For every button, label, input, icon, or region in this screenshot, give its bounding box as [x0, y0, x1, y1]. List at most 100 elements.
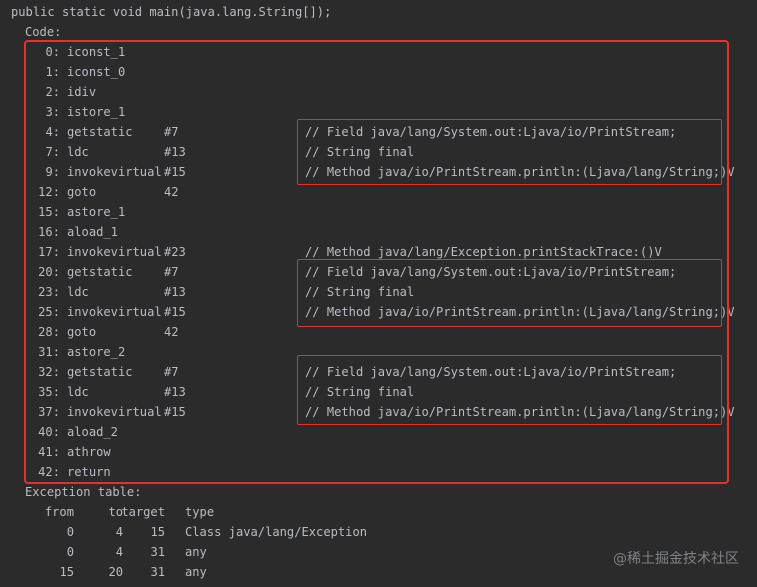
instruction-operand: #7 [164, 265, 179, 279]
instruction-offset: 16: [38, 225, 60, 239]
instruction-offset: 2: [45, 85, 60, 99]
exception-table-row-cell: any [185, 565, 207, 579]
instruction-row: 42: return [0, 462, 757, 482]
instruction-operand: 42 [164, 185, 179, 199]
instruction-opcode: goto [67, 185, 97, 199]
instruction-operand: #13 [164, 285, 186, 299]
instruction-opcode: goto [67, 325, 97, 339]
instruction-opcode: invokevirtual [67, 405, 162, 419]
exception-table-label: Exception table: [25, 485, 142, 499]
instruction-offset: 7: [45, 145, 60, 159]
instruction-comment: // String final [305, 385, 415, 399]
instruction-comment: // Field java/lang/System.out:Ljava/io/P… [305, 265, 677, 279]
instruction-row: 41: athrow [0, 442, 757, 462]
instruction-offset: 25: [38, 305, 60, 319]
instruction-offset: 9: [45, 165, 60, 179]
instruction-row: 7: ldc #13 // String final [0, 142, 757, 162]
instruction-row: 15: astore_1 [0, 202, 757, 222]
instruction-operand: #15 [164, 305, 186, 319]
instruction-offset: 32: [38, 365, 60, 379]
instruction-offset: 17: [38, 245, 60, 259]
instruction-row: 35: ldc #13 // String final [0, 382, 757, 402]
instruction-opcode: aload_1 [67, 225, 118, 239]
instruction-opcode: getstatic [67, 265, 133, 279]
instruction-offset: 15: [38, 205, 60, 219]
instruction-offset: 0: [45, 45, 60, 59]
instruction-opcode: invokevirtual [67, 305, 162, 319]
instruction-opcode: ldc [67, 145, 89, 159]
instruction-operand: #13 [164, 385, 186, 399]
instruction-opcode: return [67, 465, 111, 479]
instruction-row: 40: aload_2 [0, 422, 757, 442]
instruction-offset: 28: [38, 325, 60, 339]
instruction-offset: 3: [45, 105, 60, 119]
instruction-offset: 12: [38, 185, 60, 199]
exception-table-row-cell: 31 [150, 565, 165, 579]
instruction-comment: // Method java/io/PrintStream.println:(L… [305, 165, 735, 179]
instruction-opcode: idiv [67, 85, 97, 99]
instruction-operand: #7 [164, 125, 179, 139]
instruction-comment: // Field java/lang/System.out:Ljava/io/P… [305, 125, 677, 139]
method-signature: public static void main(java.lang.String… [11, 5, 332, 19]
instruction-comment: // String final [305, 285, 415, 299]
instruction-offset: 23: [38, 285, 60, 299]
exception-table-header-cell: target [121, 505, 165, 519]
exception-table-row-cell: Class java/lang/Exception [185, 525, 368, 539]
instruction-offset: 41: [38, 445, 60, 459]
instruction-row: 12: goto 42 [0, 182, 757, 202]
instruction-opcode: ldc [67, 285, 89, 299]
instruction-opcode: getstatic [67, 365, 133, 379]
instruction-row: 0: iconst_1 [0, 42, 757, 62]
instruction-offset: 40: [38, 425, 60, 439]
instruction-operand: #15 [164, 405, 186, 419]
exception-table-row-cell: 15 [150, 525, 165, 539]
exception-table-row-cell: 4 [115, 525, 123, 539]
instruction-comment: // Field java/lang/System.out:Ljava/io/P… [305, 365, 677, 379]
instruction-operand: #15 [164, 165, 186, 179]
instruction-offset: 1: [45, 65, 60, 79]
instruction-row: 16: aload_1 [0, 222, 757, 242]
exception-table-header: from to target type [0, 502, 757, 522]
instruction-row: 32: getstatic #7 // Field java/lang/System.… [0, 362, 757, 382]
instruction-opcode: invokevirtual [67, 165, 162, 179]
instruction-opcode: aload_2 [67, 425, 118, 439]
instruction-operand: #23 [164, 245, 186, 259]
instruction-row: 28: goto 42 [0, 322, 757, 342]
instruction-opcode: astore_2 [67, 345, 126, 359]
instruction-row: 23: ldc #13 // String final [0, 282, 757, 302]
instruction-row: 9: invokevirtual #15 // Method java/io/Prin… [0, 162, 757, 182]
instruction-opcode: getstatic [67, 125, 133, 139]
instruction-offset: 4: [45, 125, 60, 139]
exception-table-row-cell: 20 [108, 565, 123, 579]
instruction-offset: 20: [38, 265, 60, 279]
exception-table-row-cell: 0 [66, 525, 74, 539]
exception-table-row-cell: 31 [150, 545, 165, 559]
instruction-opcode: astore_1 [67, 205, 126, 219]
exception-table-row-cell: 4 [115, 545, 123, 559]
instruction-opcode: athrow [67, 445, 111, 459]
instruction-offset: 31: [38, 345, 60, 359]
instruction-opcode: ldc [67, 385, 89, 399]
exception-table-row-cell: 0 [66, 545, 74, 559]
instruction-operand: 42 [164, 325, 179, 339]
instruction-comment: // Method java/io/PrintStream.println:(L… [305, 405, 735, 419]
instruction-row: 31: astore_2 [0, 342, 757, 362]
instruction-offset: 37: [38, 405, 60, 419]
instruction-comment: // String final [305, 145, 415, 159]
exception-table-header-cell: type [185, 505, 215, 519]
instruction-offset: 35: [38, 385, 60, 399]
instruction-row: 4: getstatic #7 // Field java/lang/System.o… [0, 122, 757, 142]
exception-table-row: 0 4 15 Class java/lang/Exception [0, 522, 757, 542]
instruction-row: 17: invokevirtual #23 // Method java/lang/E… [0, 242, 757, 262]
instruction-opcode: invokevirtual [67, 245, 162, 259]
exception-table-row-cell: any [185, 545, 207, 559]
instruction-opcode: istore_1 [67, 105, 126, 119]
instruction-row: 20: getstatic #7 // Field java/lang/System.… [0, 262, 757, 282]
instruction-opcode: iconst_0 [67, 65, 126, 79]
instruction-row: 2: idiv [0, 82, 757, 102]
instruction-row: 3: istore_1 [0, 102, 757, 122]
instruction-row: 37: invokevirtual #15 // Method java/io/Pri… [0, 402, 757, 422]
exception-table-header-cell: from [44, 505, 74, 519]
exception-table-row-cell: 15 [59, 565, 74, 579]
instruction-operand: #13 [164, 145, 186, 159]
